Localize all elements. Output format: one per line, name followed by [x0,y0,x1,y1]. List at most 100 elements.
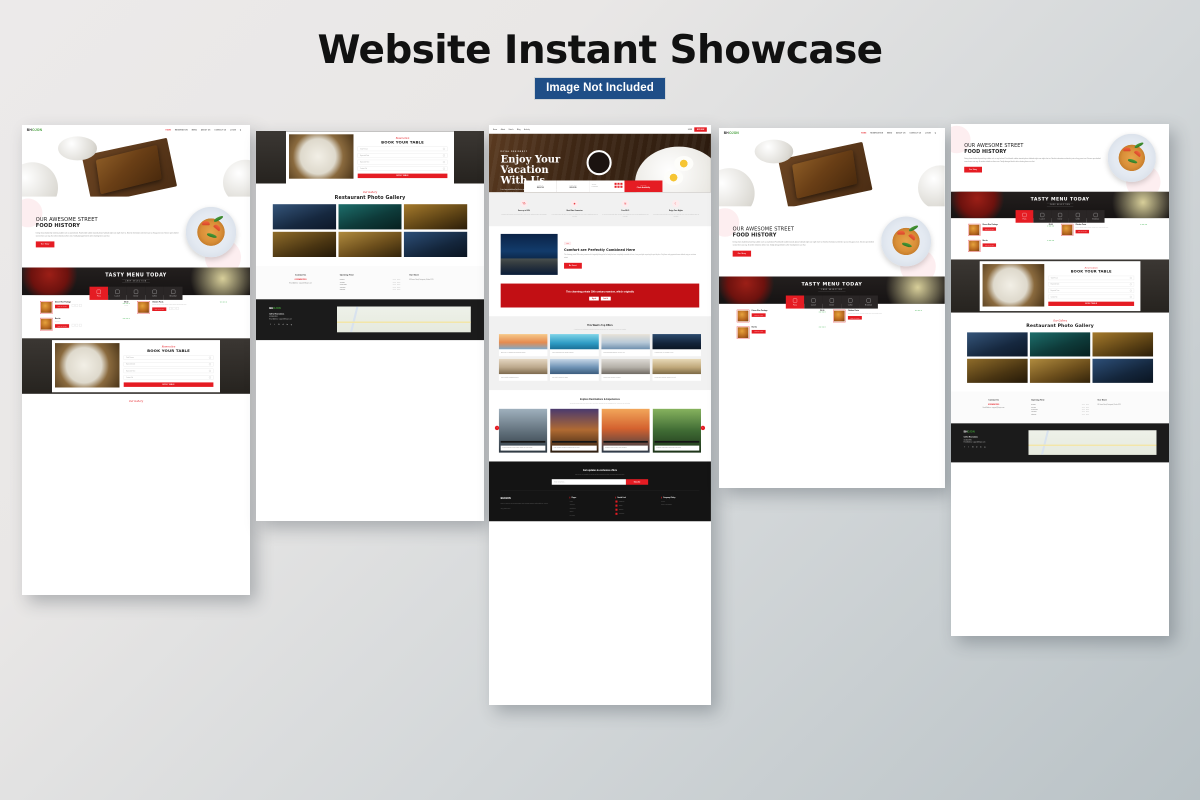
expected-date-field[interactable]: Expected Date [357,153,448,158]
nav-item-home[interactable]: HOME [861,132,866,134]
menu-item[interactable]: Dinner Rice Package ADD TO CART $9.00 ★★… [40,301,130,314]
offer-card[interactable]: Flower simply dummy 100/1000 [601,358,650,381]
menu-category-launch[interactable]: Launch [108,286,127,300]
search-icon[interactable]: Q [240,129,241,131]
add-to-cart-button[interactable]: ADD TO CART [751,313,766,317]
offer-card[interactable]: Enjoy the eye catching and wonderful sun… [498,334,548,357]
join-us-button[interactable]: Join Us [600,296,611,301]
menu-item[interactable]: Chicken Pasta Special Italian noodle Ora… [137,301,227,314]
gallery-photo[interactable] [1029,358,1091,383]
nav-item-blog[interactable]: Blog [517,129,520,130]
quantity-stepper[interactable] [71,323,82,327]
check-out-cell[interactable]: CHECK OUT 2022-07-09 [556,180,590,193]
footer-link[interactable]: Contact Us [570,507,608,508]
gallery-photo[interactable] [1092,332,1154,357]
footer-link[interactable]: Home [570,500,608,501]
contact-no-field[interactable]: Contact No [357,166,448,171]
google-plus-icon[interactable]: G [972,446,974,449]
footer-phone[interactable]: 01234567891 [269,316,329,318]
our-story-button[interactable]: Our Story [964,166,983,173]
nav-item-reservation[interactable]: RESERVATION [175,129,188,131]
menu-category-breakfast[interactable]: Breakfast [163,286,183,300]
offer-card[interactable]: Lorem ipsum since the 1500s best offer [550,334,599,357]
children-stepper[interactable]: −0 + [614,185,623,188]
nav-item-contact-us[interactable]: CONTACT US [214,129,226,131]
contact-no-field[interactable]: Contact No [1048,294,1135,299]
gallery-photo[interactable] [1029,332,1091,357]
menu-category-coffee[interactable]: Coffee [1068,210,1087,223]
google-plus-icon[interactable]: G [278,323,280,326]
menu-item[interactable]: Chicken Pasta Special Italian noodle Ora… [1061,223,1147,236]
book-table-button[interactable]: BOOK TABLE [357,173,448,178]
menu-category-pizza[interactable]: Pizza [785,295,805,309]
carousel-next-arrow[interactable]: › [700,425,706,431]
offer-card[interactable]: Many desktop publishing 50/100 [498,358,548,381]
restaurant-full-page-mockup[interactable]: OUR AWESOME STREET FOOD HISTORY Dining s… [951,124,1169,636]
footer-link[interactable]: Privacy [661,500,699,501]
book-table-button[interactable]: BOOK TABLE [123,382,214,387]
nav-item-contact-us[interactable]: CONTACT US [909,132,921,134]
gallery-photo[interactable] [967,332,1028,357]
dribbble-icon[interactable]: d [976,446,978,449]
contact-phone[interactable]: 01234567891 [965,404,1023,406]
menu-category-launch[interactable]: Launch [804,295,823,309]
destination-card[interactable]: Comfort is found in hotel, resort, guest… [601,408,650,453]
offer-card[interactable]: Lorem Ipsum is simply dummy 30% cut [652,358,701,381]
gallery-photo[interactable] [403,204,468,230]
quantity-stepper[interactable] [169,307,179,310]
book-now-button[interactable]: BOOK NOW [694,127,707,132]
offer-card[interactable]: The point of using 30% 2022 [550,358,599,381]
menu-category-breakfast[interactable]: Breakfast [1086,210,1105,223]
nav-item-menu[interactable]: MENU [192,129,197,131]
location-map[interactable] [337,306,471,333]
gallery-photo[interactable] [272,204,336,230]
add-to-cart-button[interactable]: ADD TO CART [152,307,167,312]
total-person-field[interactable]: Total Person [1048,275,1135,280]
restaurant-home-alt-mockup[interactable]: BH OJON HOME RESERVATION MENU ABOUT US CO… [719,128,945,488]
contact-no-field[interactable]: Contact No [123,375,214,380]
search-icon[interactable]: Q [935,132,936,134]
footer-email[interactable]: Email Address: support@bhojon.com [269,318,329,320]
nav-item-menu[interactable]: MENU [887,132,892,134]
footer-logo[interactable]: BHOJON [964,430,1021,433]
social-row[interactable]: Twitter [615,504,653,507]
sign-in-button[interactable]: Sign In [589,296,599,301]
footer-phone[interactable]: 01234567891 [964,439,1021,440]
gallery-photo[interactable] [403,231,468,257]
social-row[interactable]: Dribbble [615,508,653,511]
add-to-cart-button[interactable]: ADD TO CART [982,227,996,231]
quantity-stepper[interactable] [71,304,82,307]
nav-item-home[interactable]: HOME [166,129,171,131]
adults-stepper[interactable]: −2 + [614,182,623,185]
menu-category-breakfast[interactable]: Breakfast [859,295,878,309]
our-story-button[interactable]: Our Story [35,241,55,248]
expected-time-field[interactable]: Expected Time [357,159,448,165]
gallery-photo[interactable] [338,204,402,230]
menu-category-coffee[interactable]: Coffee [145,286,164,300]
brand-logo[interactable]: BH OJON [27,128,42,132]
expected-time-field[interactable]: Expected Time [1048,288,1135,293]
footer-link[interactable]: About Us [570,504,608,505]
children-row[interactable]: CHILDREN −0 + [591,185,623,188]
be-guest-button[interactable]: Be Guest [564,262,582,269]
menu-item[interactable]: Burrito ADD TO CART ★★★★★ [968,239,1054,253]
menu-item[interactable]: Burrito ADD TO CART ★★★★★ [736,326,826,339]
footer-link[interactable]: Terms & Conditions [661,504,699,505]
nav-item-home[interactable]: Home [493,129,497,130]
login-link[interactable]: LOGIN [688,129,692,130]
expected-date-field[interactable]: Expected Date [1048,281,1135,287]
location-map[interactable] [1028,430,1157,455]
check-in-cell[interactable]: CHECK IN 2022-07-08 [524,180,557,193]
gallery-photo[interactable] [338,231,402,257]
linkedin-icon[interactable]: in [980,446,982,449]
nav-item-about-us[interactable]: ABOUT US [201,129,211,131]
footer-email[interactable]: info@bhojon.com [501,507,562,509]
destination-card[interactable]: Readable content has a travel plan or th… [652,408,701,453]
total-person-field[interactable]: Total Person [123,355,214,360]
menu-item[interactable]: Burrito Mexican ADD TO CART ★★★★★ [40,317,130,331]
menu-category-coffee[interactable]: Coffee [841,295,860,309]
book-table-button[interactable]: BOOK TABLE [1048,301,1135,306]
adults-row[interactable]: ADULTS −2 + [591,182,623,185]
our-story-button[interactable]: Our Story [732,250,752,257]
menu-item[interactable]: Chicken Pasta Special Italian noodle Ora… [833,309,922,323]
